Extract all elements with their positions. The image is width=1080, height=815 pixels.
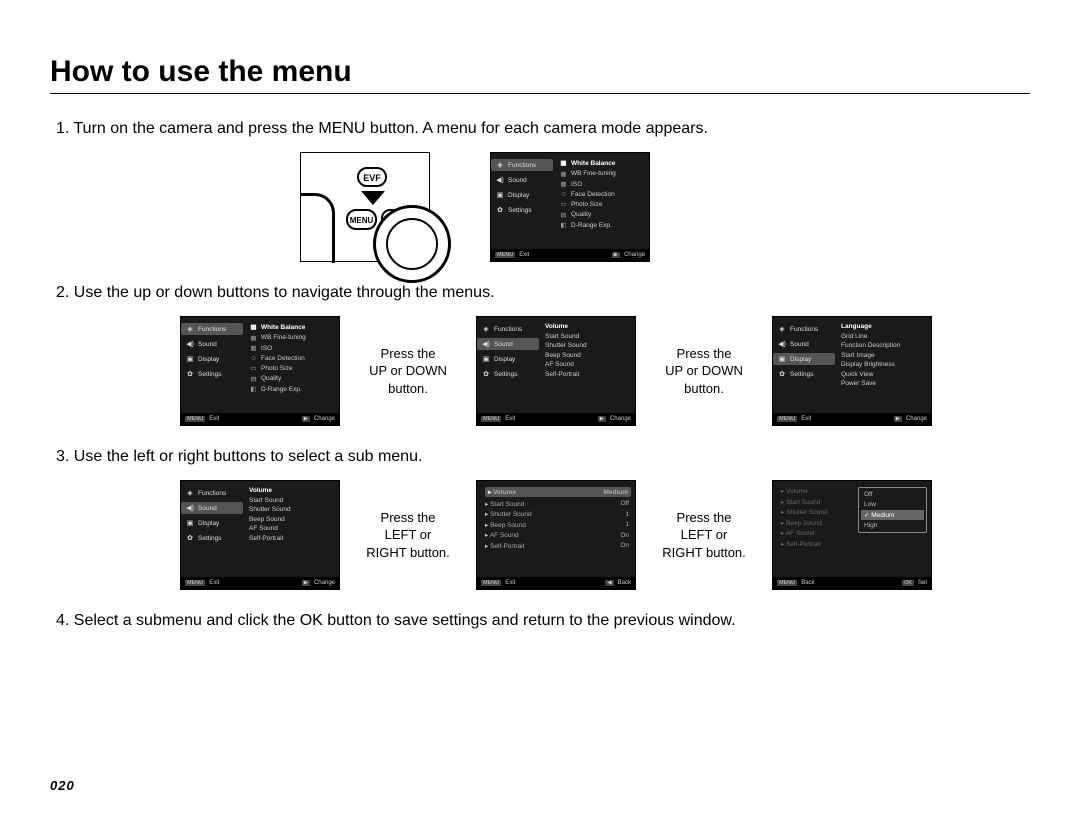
camera-menu-button: MENU [346, 209, 377, 230]
submenu-item[interactable]: ☺Face Detection [559, 191, 645, 198]
press-leftright-label: Press the LEFT or RIGHT button. [360, 509, 456, 562]
menu-screen-display: ◈Functions ◀)Sound ▣Display ✿Settings La… [772, 316, 932, 426]
submenu-item[interactable]: ▭Photo Size [249, 364, 335, 372]
submenu-item[interactable]: Start Image [841, 352, 927, 359]
submenu-item[interactable]: Power Save [841, 380, 927, 387]
option-high[interactable]: High [861, 521, 924, 530]
menu-screen-volume-options: ▸ Volume ▸ Start Sound ▸ Shutter Sound ▸… [772, 480, 932, 590]
menu-tab-settings[interactable]: ✿Settings [181, 368, 243, 380]
submenu-item[interactable]: Start Sound [545, 333, 631, 340]
page-title: How to use the menu [50, 55, 1030, 89]
menu-tab-functions[interactable]: ◈Functions [773, 323, 835, 335]
submenu-item[interactable]: ◧D-Range Exp. [249, 385, 335, 393]
submenu-row-volume[interactable]: ▸ VolumeMedium [485, 487, 631, 497]
submenu-item[interactable]: ▦White Balance [559, 159, 645, 167]
step-3: 3. Use the left or right buttons to sele… [50, 448, 1030, 466]
submenu-item[interactable]: ▦ISO [559, 180, 645, 188]
submenu-item[interactable]: Beep Sound [249, 516, 335, 523]
menu-tab-settings[interactable]: ✿Settings [181, 532, 243, 544]
gear-icon: ✿ [495, 206, 505, 214]
submenu-row-af-sound[interactable]: ▸ AF SoundOn [485, 531, 631, 539]
menu-screen-sound-2: ◈Functions ◀)Sound ▣Display ✿Settings Vo… [180, 480, 340, 590]
footer-change: Change [624, 252, 645, 258]
option-low[interactable]: Low [861, 500, 924, 509]
menu-tab-functions[interactable]: ◈Functions [491, 159, 553, 171]
menu-tab-functions[interactable]: ◈Functions [477, 323, 539, 335]
submenu-item[interactable]: Self-Portrait [545, 371, 631, 378]
submenu-item[interactable]: Beep Sound [545, 352, 631, 359]
menu-screen-functions-2: ◈Functions ◀)Sound ▣Display ✿Settings ▦W… [180, 316, 340, 426]
page-number: 020 [50, 778, 75, 793]
submenu-item[interactable]: AF Sound [249, 525, 335, 532]
option-medium[interactable]: Medium [861, 510, 924, 520]
step-2: 2. Use the up or down buttons to navigat… [50, 284, 1030, 302]
menu-tab-display[interactable]: ▣Display [181, 517, 243, 529]
title-rule [50, 93, 1030, 94]
submenu-row-beep-sound[interactable]: ▸ Beep Sound1 [485, 521, 631, 529]
step-4: 4. Select a submenu and click the OK but… [50, 612, 1030, 630]
menu-tab-display[interactable]: ▣Display [773, 353, 835, 365]
arrow-down-icon [361, 191, 385, 205]
submenu-item[interactable]: ◧D-Range Exp. [559, 221, 645, 229]
menu-screen-sound: ◈Functions ◀)Sound ▣Display ✿Settings Vo… [476, 316, 636, 426]
option-off[interactable]: Off [861, 490, 924, 499]
submenu-item[interactable]: ▦WB Fine-tuning [249, 334, 335, 342]
step-1: 1. Turn on the camera and press the MENU… [50, 120, 1030, 138]
evf-button-label: EVF [357, 167, 387, 187]
menu-tab-functions[interactable]: ◈Functions [181, 323, 243, 335]
menu-tab-sound[interactable]: ◀)Sound [773, 338, 835, 350]
submenu-item[interactable]: Function Description [841, 342, 927, 349]
footer-exit: Exit [519, 252, 529, 258]
display-icon: ▣ [495, 191, 505, 199]
camera-illustration: EVF MENU DISP [300, 152, 430, 262]
dial-icon [373, 205, 451, 283]
menu-screen-functions: ◈Functions ◀)Sound ▣Display ✿Settings ▦W… [490, 152, 650, 262]
menu-tab-display[interactable]: ▣Display [491, 189, 553, 201]
submenu-item[interactable]: Shutter Sound [249, 506, 335, 513]
menu-tab-sound[interactable]: ◀)Sound [181, 338, 243, 350]
submenu-item[interactable]: ▦ISO [249, 344, 335, 352]
submenu-item[interactable]: Shutter Sound [545, 342, 631, 349]
submenu-item[interactable]: Language [841, 323, 927, 330]
menu-tab-settings[interactable]: ✿Settings [773, 368, 835, 380]
camera-icon: ◈ [495, 161, 505, 169]
submenu-item[interactable]: ▤Quality [249, 375, 335, 383]
submenu-item[interactable]: Start Sound [249, 497, 335, 504]
submenu-item[interactable]: Grid Line [841, 333, 927, 340]
submenu-item[interactable]: Volume [249, 487, 335, 494]
press-updown-label: Press the UP or DOWN button. [360, 345, 456, 398]
submenu-item[interactable]: AF Sound [545, 361, 631, 368]
submenu-item[interactable]: ▦White Balance [249, 323, 335, 331]
menu-tab-sound[interactable]: ◀)Sound [491, 174, 553, 186]
menu-tab-display[interactable]: ▣Display [477, 353, 539, 365]
press-leftright-label-2: Press the LEFT or RIGHT button. [656, 509, 752, 562]
arrow-right-icon: ▶ [612, 252, 620, 258]
menu-screen-sound-values: ▸ VolumeMedium ▸ Start SoundOff ▸ Shutte… [476, 480, 636, 590]
menu-tab-sound[interactable]: ◀)Sound [477, 338, 539, 350]
submenu-item[interactable]: Display Brightness [841, 361, 927, 368]
submenu-row-start-sound[interactable]: ▸ Start SoundOff [485, 500, 631, 508]
submenu-row-shutter-sound[interactable]: ▸ Shutter Sound1 [485, 510, 631, 518]
menu-badge: MENU [495, 252, 515, 258]
menu-tab-sound[interactable]: ◀)Sound [181, 502, 243, 514]
submenu-item[interactable]: Volume [545, 323, 631, 330]
submenu-row-self-portrait[interactable]: ▸ Self-PortraitOn [485, 542, 631, 550]
submenu-item[interactable]: ☺Face Detection [249, 355, 335, 362]
press-updown-label-2: Press the UP or DOWN button. [656, 345, 752, 398]
menu-tab-settings[interactable]: ✿Settings [491, 204, 553, 216]
sound-icon: ◀) [495, 176, 505, 184]
menu-tab-functions[interactable]: ◈Functions [181, 487, 243, 499]
menu-tab-settings[interactable]: ✿Settings [477, 368, 539, 380]
submenu-item[interactable]: ▦WB Fine-tuning [559, 170, 645, 178]
volume-options-box: Off Low Medium High [858, 487, 927, 533]
submenu-item[interactable]: Self-Portrait [249, 535, 335, 542]
submenu-item[interactable]: ▭Photo Size [559, 200, 645, 208]
submenu-item[interactable]: Quick View [841, 371, 927, 378]
menu-tab-display[interactable]: ▣Display [181, 353, 243, 365]
submenu-item[interactable]: ▤Quality [559, 211, 645, 219]
